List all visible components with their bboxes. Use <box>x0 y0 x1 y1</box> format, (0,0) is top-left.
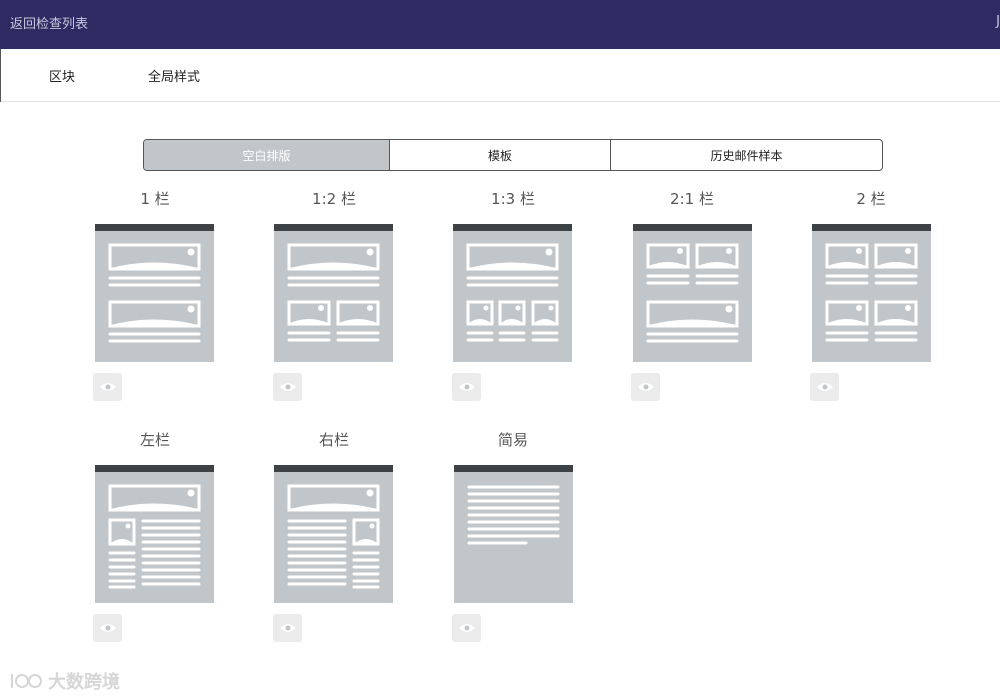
preview-button-1-2-col[interactable] <box>273 373 302 401</box>
user-avatar-initial[interactable]: J <box>996 14 1000 29</box>
layout-thumb-2-col[interactable] <box>812 224 931 362</box>
nav-item-blocks[interactable]: 区块 <box>49 66 75 85</box>
eye-icon <box>637 383 654 391</box>
layout-thumb-right-col[interactable] <box>274 465 393 603</box>
eye-icon <box>99 624 116 632</box>
tab-history-samples[interactable]: 历史邮件样本 <box>611 140 882 170</box>
eye-icon <box>99 383 116 391</box>
layout-thumb-1-col[interactable] <box>95 224 214 362</box>
preview-button-left-col[interactable] <box>93 614 122 642</box>
preview-button-1-3-col[interactable] <box>452 373 481 401</box>
eye-icon <box>458 383 475 391</box>
layout-thumb-1-3-col[interactable] <box>453 224 572 362</box>
layout-1-3-col-preview <box>453 224 572 362</box>
preview-button-2-1-col[interactable] <box>631 373 660 401</box>
top-bar: 返回检查列表 J <box>0 0 1000 49</box>
sub-nav: 区块 全局样式 <box>0 49 1000 102</box>
layout-title-left-col: 左栏 <box>139 431 170 449</box>
layout-2-1-col-preview <box>633 224 752 362</box>
eye-icon <box>279 624 296 632</box>
layout-thumb-simple[interactable] <box>454 465 573 603</box>
layout-right-col-preview <box>274 465 393 603</box>
layout-thumb-2-1-col[interactable] <box>633 224 752 362</box>
layout-simple-preview <box>454 465 573 603</box>
preview-button-right-col[interactable] <box>273 614 302 642</box>
eye-icon <box>458 624 475 632</box>
layout-1-2-col-preview <box>274 224 393 362</box>
layout-title-1-col: 1 栏 <box>140 190 170 208</box>
layout-title-1-3-col: 1:3 栏 <box>491 190 535 208</box>
preview-button-simple[interactable] <box>452 614 481 642</box>
layout-title-right-col: 右栏 <box>318 431 349 449</box>
preview-button-1-col[interactable] <box>93 373 122 401</box>
sub-nav-edge <box>0 49 1 102</box>
layout-title-simple: 简易 <box>497 431 528 449</box>
nav-item-global-styles[interactable]: 全局样式 <box>148 66 200 85</box>
layout-title-2-col: 2 栏 <box>856 190 886 208</box>
eye-icon <box>816 383 833 391</box>
layout-source-tabs: 空白排版 模板 历史邮件样本 <box>143 139 883 171</box>
watermark: 大数跨境 <box>8 668 120 694</box>
layout-title-2-1-col: 2:1 栏 <box>670 190 714 208</box>
layout-2-col-preview <box>812 224 931 362</box>
tab-templates[interactable]: 模板 <box>390 140 611 170</box>
tab-blank-layout[interactable]: 空白排版 <box>144 140 390 170</box>
layout-thumb-left-col[interactable] <box>95 465 214 603</box>
watermark-text: 大数跨境 <box>48 672 120 693</box>
layout-1-col-preview <box>95 224 214 362</box>
preview-button-2-col[interactable] <box>810 373 839 401</box>
layout-left-col-preview <box>95 465 214 603</box>
eye-icon <box>279 383 296 391</box>
back-to-checklist-link[interactable]: 返回检查列表 <box>10 13 88 32</box>
layout-thumb-1-2-col[interactable] <box>274 224 393 362</box>
watermark-logo-icon <box>11 674 42 688</box>
layout-title-1-2-col: 1:2 栏 <box>312 190 356 208</box>
